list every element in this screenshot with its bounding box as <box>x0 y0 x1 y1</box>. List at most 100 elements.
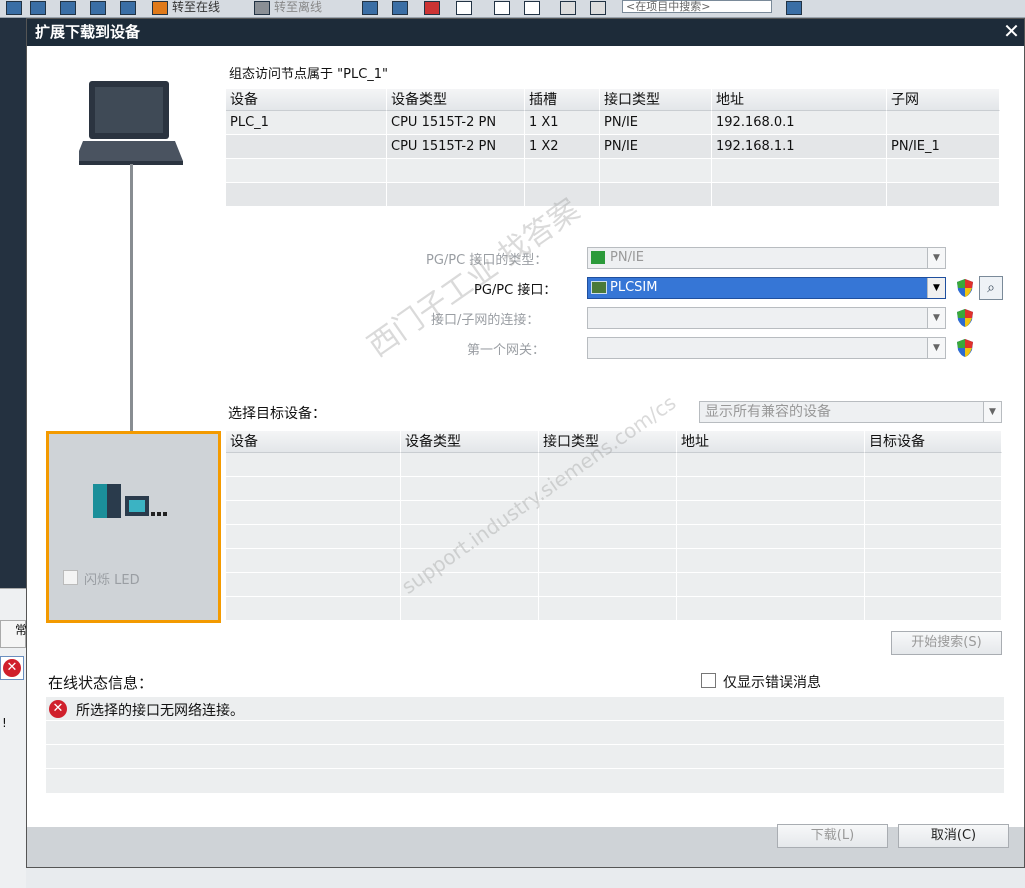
background-tab[interactable]: 常 <box>0 620 27 648</box>
target-table-cell[interactable] <box>677 549 865 573</box>
target-table-cell[interactable] <box>401 525 539 549</box>
go-offline-icon[interactable] <box>254 1 270 15</box>
config-cell-slot[interactable]: 1 X1 <box>525 111 600 135</box>
config-cell-address[interactable]: 192.168.0.1 <box>712 111 887 135</box>
load-button[interactable]: 下载(L) <box>777 824 888 848</box>
config-cell-iftype[interactable] <box>600 183 712 207</box>
target-table-cell[interactable] <box>865 477 1002 501</box>
close-icon[interactable] <box>456 1 472 15</box>
toolbar-icon[interactable] <box>6 1 22 15</box>
target-table-cell[interactable] <box>226 477 401 501</box>
target-table-cell[interactable] <box>226 573 401 597</box>
config-cell-slot[interactable] <box>525 159 600 183</box>
config-cell-subnet[interactable] <box>887 159 1000 183</box>
config-cell-address[interactable]: 192.168.1.1 <box>712 135 887 159</box>
target-table-cell[interactable] <box>677 573 865 597</box>
target-table-cell[interactable] <box>539 501 677 525</box>
config-cell-iftype[interactable] <box>600 159 712 183</box>
config-cell-subnet[interactable] <box>887 183 1000 207</box>
config-cell-slot[interactable] <box>525 183 600 207</box>
config-cell-type[interactable]: CPU 1515T-2 PN <box>387 111 525 135</box>
target-table-cell[interactable] <box>539 477 677 501</box>
target-header-type[interactable]: 设备类型 <box>401 431 539 453</box>
target-table-cell[interactable] <box>226 549 401 573</box>
project-search-input[interactable]: <在项目中搜索> <box>622 0 772 13</box>
config-cell-iftype[interactable]: PN/IE <box>600 111 712 135</box>
stop-icon[interactable] <box>424 1 440 15</box>
chevron-down-icon[interactable]: ▼ <box>927 248 945 268</box>
toolbar-icon[interactable] <box>90 1 106 15</box>
go-online-icon[interactable] <box>152 1 168 15</box>
config-header-type[interactable]: 设备类型 <box>387 89 525 111</box>
target-table-cell[interactable] <box>539 453 677 477</box>
target-header-device[interactable]: 设备 <box>226 431 401 453</box>
target-header-iftype[interactable]: 接口类型 <box>539 431 677 453</box>
target-table-cell[interactable] <box>401 573 539 597</box>
target-table-cell[interactable] <box>865 597 1002 621</box>
target-table-cell[interactable] <box>401 453 539 477</box>
config-cell-device[interactable] <box>226 135 387 159</box>
config-cell-device[interactable] <box>226 183 387 207</box>
config-cell-address[interactable] <box>712 159 887 183</box>
pgpc-type-select[interactable]: PN/IE ▼ <box>587 247 946 269</box>
cancel-button[interactable]: 取消(C) <box>898 824 1009 848</box>
toolbar-icon[interactable] <box>392 1 408 15</box>
flash-led-checkbox[interactable] <box>63 570 78 585</box>
target-table-cell[interactable] <box>226 525 401 549</box>
subnet-connection-select[interactable]: ▼ <box>587 307 946 329</box>
config-header-subnet[interactable]: 子网 <box>887 89 1000 111</box>
target-table-cell[interactable] <box>865 501 1002 525</box>
target-table-cell[interactable] <box>865 453 1002 477</box>
search-interface-icon[interactable]: ⌕ <box>979 276 1003 300</box>
target-table-cell[interactable] <box>677 453 865 477</box>
shield-icon[interactable] <box>956 338 974 358</box>
start-search-button[interactable]: 开始搜索(S) <box>891 631 1002 655</box>
shield-icon[interactable] <box>956 308 974 328</box>
window-split-icon[interactable] <box>524 1 540 15</box>
config-header-slot[interactable]: 插槽 <box>525 89 600 111</box>
config-cell-device[interactable]: PLC_1 <box>226 111 387 135</box>
toolbar-icon[interactable] <box>590 1 606 15</box>
target-table-cell[interactable] <box>677 501 865 525</box>
target-table-cell[interactable] <box>401 501 539 525</box>
config-cell-slot[interactable]: 1 X2 <box>525 135 600 159</box>
target-table-cell[interactable] <box>677 525 865 549</box>
target-table-cell[interactable] <box>865 525 1002 549</box>
chevron-down-icon[interactable]: ▼ <box>927 308 945 328</box>
target-table-cell[interactable] <box>677 477 865 501</box>
toolbar-icon[interactable] <box>560 1 576 15</box>
config-cell-subnet[interactable]: PN/IE_1 <box>887 135 1000 159</box>
config-cell-type[interactable]: CPU 1515T-2 PN <box>387 135 525 159</box>
config-cell-subnet[interactable] <box>887 111 1000 135</box>
target-table-cell[interactable] <box>539 573 677 597</box>
toolbar-icon[interactable] <box>30 1 46 15</box>
config-header-device[interactable]: 设备 <box>226 89 387 111</box>
target-header-target[interactable]: 目标设备 <box>865 431 1002 453</box>
target-table-cell[interactable] <box>539 597 677 621</box>
target-table-cell[interactable] <box>401 477 539 501</box>
target-table-cell[interactable] <box>226 501 401 525</box>
target-filter-select[interactable]: 显示所有兼容的设备 ▼ <box>699 401 1002 423</box>
shield-icon[interactable] <box>956 278 974 298</box>
config-cell-type[interactable] <box>387 183 525 207</box>
config-header-address[interactable]: 地址 <box>712 89 887 111</box>
toolbar-icon[interactable] <box>362 1 378 15</box>
target-table-cell[interactable] <box>226 597 401 621</box>
chevron-down-icon[interactable]: ▼ <box>983 402 1001 422</box>
go-offline-button[interactable]: 转至离线 <box>274 0 322 14</box>
target-table-cell[interactable] <box>677 597 865 621</box>
config-cell-device[interactable] <box>226 159 387 183</box>
toolbar-icon[interactable] <box>60 1 76 15</box>
target-table-cell[interactable] <box>401 549 539 573</box>
chevron-down-icon[interactable]: ▼ <box>927 338 945 358</box>
target-table-cell[interactable] <box>539 525 677 549</box>
gateway-select[interactable]: ▼ <box>587 337 946 359</box>
config-cell-address[interactable] <box>712 183 887 207</box>
target-table-cell[interactable] <box>865 573 1002 597</box>
config-cell-iftype[interactable]: PN/IE <box>600 135 712 159</box>
close-icon[interactable]: ✕ <box>1001 21 1022 43</box>
target-table-cell[interactable] <box>539 549 677 573</box>
target-table-cell[interactable] <box>401 597 539 621</box>
toolbar-icon[interactable] <box>120 1 136 15</box>
search-go-icon[interactable] <box>786 1 802 15</box>
